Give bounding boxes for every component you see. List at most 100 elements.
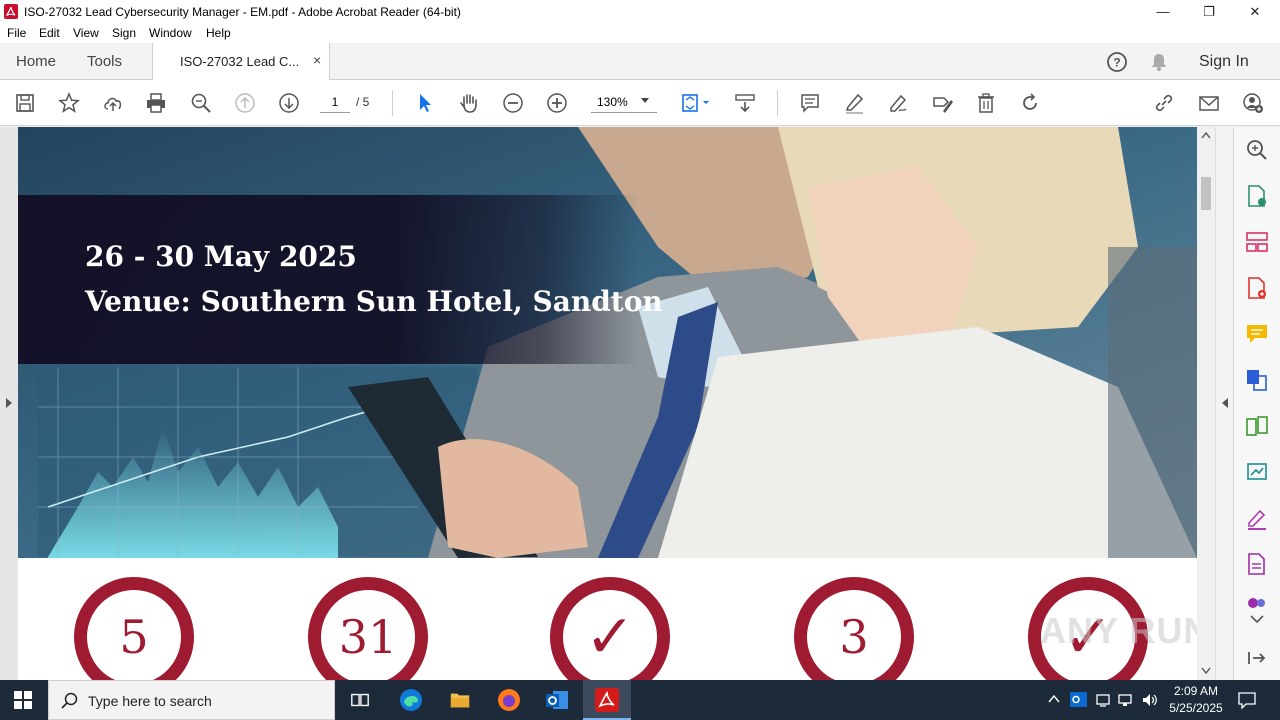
taskbar-search-box[interactable]: Type here to search	[48, 680, 335, 720]
menu-window[interactable]: Window	[149, 26, 192, 40]
tab-tools[interactable]: Tools	[87, 53, 122, 70]
cursor-arrow-icon	[420, 94, 431, 112]
export-pdf-icon[interactable]	[1245, 184, 1269, 208]
menu-edit[interactable]: Edit	[39, 26, 60, 40]
minimize-button[interactable]: —	[1140, 0, 1186, 23]
zoom-icon[interactable]	[1245, 138, 1269, 162]
acrobat-app-icon	[4, 4, 18, 19]
sign-in-button[interactable]: Sign In	[1199, 53, 1249, 71]
close-tab-button[interactable]: ×	[313, 52, 321, 68]
hand-tool-button[interactable]	[456, 90, 482, 116]
highlight-button[interactable]	[841, 90, 867, 116]
tab-home[interactable]: Home	[16, 53, 56, 70]
clock-date: 5/25/2025	[1169, 701, 1223, 715]
menu-view[interactable]: View	[73, 26, 99, 40]
maximize-button[interactable]: ❐	[1186, 0, 1232, 23]
combine-files-icon[interactable]	[1245, 368, 1269, 392]
comment-button[interactable]	[797, 90, 823, 116]
share-link-button[interactable]	[1151, 90, 1177, 116]
left-panel-toggle-strip[interactable]	[0, 127, 18, 680]
email-button[interactable]	[1196, 90, 1222, 116]
fill-sign-tool-icon[interactable]	[1245, 506, 1269, 530]
create-pdf-icon[interactable]	[1245, 276, 1269, 300]
sign-button[interactable]	[885, 90, 911, 116]
chevron-down-icon[interactable]	[1245, 613, 1269, 627]
print-button[interactable]	[143, 90, 169, 116]
page-number-input[interactable]: 1	[320, 93, 350, 113]
device-tray-icon[interactable]	[1095, 692, 1111, 708]
scroll-mode-button[interactable]	[731, 90, 759, 116]
acrobat-icon	[595, 688, 619, 712]
scroll-up-icon[interactable]	[1201, 131, 1211, 139]
stat-checkmark-circle: ✓	[550, 577, 670, 680]
undo-button[interactable]	[1017, 90, 1043, 116]
scroll-down-icon[interactable]	[1201, 667, 1211, 675]
cloud-upload-icon	[104, 97, 122, 111]
acrobat-taskbar-button[interactable]	[583, 680, 631, 720]
save-button[interactable]	[12, 90, 38, 116]
scrollbar-thumb[interactable]	[1201, 177, 1211, 210]
svg-text:?: ?	[1113, 56, 1120, 70]
arrow-up-circle-icon	[235, 93, 255, 113]
task-view-button[interactable]	[346, 686, 374, 714]
vertical-scrollbar[interactable]	[1197, 127, 1215, 680]
menu-bar: File Edit View Sign Window Help	[0, 23, 1280, 43]
tab-document[interactable]: ISO-27032 Lead C... ×	[152, 43, 330, 80]
zoom-in-button[interactable]	[544, 90, 570, 116]
outlook-taskbar-button[interactable]	[543, 686, 571, 714]
select-tool-button[interactable]	[412, 90, 438, 116]
star-icon	[58, 92, 80, 113]
zoom-out-button[interactable]	[500, 90, 526, 116]
page-fit-button[interactable]	[678, 90, 714, 116]
tab-bar: Home Tools ISO-27032 Lead C... × ? Sign …	[0, 43, 1280, 80]
bookmark-button[interactable]	[56, 90, 82, 116]
firefox-taskbar-button[interactable]	[495, 686, 523, 714]
scan-ocr-icon[interactable]	[1245, 552, 1269, 576]
minus-circle-icon	[503, 93, 523, 113]
more-tools-icon[interactable]	[1245, 596, 1269, 610]
expand-left-panel-icon	[6, 398, 12, 408]
close-window-button[interactable]: ✕	[1232, 0, 1278, 23]
highlighter-icon	[845, 93, 864, 114]
event-venue: Venue: Southern Sun Hotel, Sandton	[85, 285, 663, 318]
search-icon	[61, 692, 78, 709]
edge-taskbar-button[interactable]	[397, 686, 425, 714]
collapse-pane-icon[interactable]	[1245, 646, 1269, 670]
upload-button[interactable]	[100, 90, 126, 116]
menu-help[interactable]: Help	[206, 26, 231, 40]
chevron-up-icon[interactable]	[1048, 694, 1060, 704]
notifications-bell-icon[interactable]	[1148, 51, 1170, 73]
firefox-icon	[498, 689, 520, 711]
comment-tool-icon[interactable]	[1245, 322, 1269, 346]
stat-circle: 31	[308, 577, 428, 680]
volume-icon[interactable]	[1142, 692, 1159, 708]
outlook-tray-icon[interactable]	[1070, 691, 1087, 708]
find-button[interactable]	[188, 90, 214, 116]
system-clock[interactable]: 2:09 AM 5/25/2025	[1160, 683, 1232, 717]
right-panel-toggle-strip[interactable]	[1215, 127, 1233, 680]
delete-button[interactable]	[973, 90, 999, 116]
anyrun-watermark: ANY RUN	[1040, 610, 1211, 651]
organize-pages-icon[interactable]	[1245, 230, 1269, 254]
mail-icon	[1199, 96, 1219, 111]
notification-center-icon[interactable]	[1238, 691, 1256, 709]
fill-sign-button[interactable]	[929, 90, 955, 116]
compare-files-icon[interactable]	[1245, 414, 1269, 438]
menu-file[interactable]: File	[7, 26, 26, 40]
hand-icon	[460, 94, 477, 113]
zoom-search-icon	[191, 93, 211, 113]
previous-page-button[interactable]	[232, 90, 258, 116]
page-total: / 5	[356, 95, 370, 109]
windows-start-icon[interactable]	[14, 691, 32, 709]
file-explorer-taskbar-button[interactable]	[446, 686, 474, 714]
send-review-icon[interactable]	[1245, 460, 1269, 484]
share-people-button[interactable]	[1240, 90, 1266, 116]
menu-sign[interactable]: Sign	[112, 26, 136, 40]
clock-time: 2:09 AM	[1173, 684, 1219, 698]
zoom-level-dropdown[interactable]: 130%	[591, 93, 657, 113]
help-icon[interactable]: ?	[1106, 51, 1128, 73]
network-icon[interactable]	[1118, 692, 1136, 708]
next-page-button[interactable]	[276, 90, 302, 116]
toolbar-divider	[392, 90, 393, 116]
fit-page-icon	[682, 94, 709, 112]
